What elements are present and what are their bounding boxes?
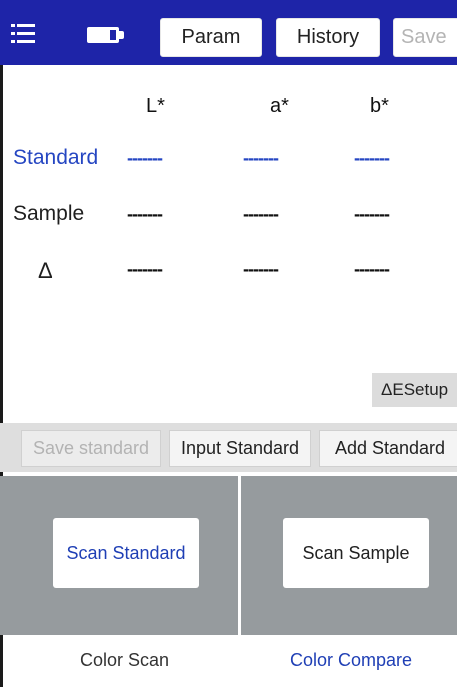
menu-icon-part: [17, 24, 35, 27]
row-label-sample: Sample: [13, 202, 85, 225]
header-bar: Param History Save: [0, 0, 457, 65]
menu-icon-part: [17, 40, 35, 43]
row-label-standard: Standard: [13, 146, 99, 169]
param-button[interactable]: Param: [160, 18, 262, 57]
column-header-a: a*: [270, 95, 289, 117]
delta-l-value: -------: [127, 259, 163, 279]
standard-b-value: -------: [354, 148, 390, 168]
sample-l-value: -------: [127, 204, 163, 224]
menu-icon-part: [17, 32, 35, 35]
standard-l-value: -------: [127, 148, 163, 168]
history-button[interactable]: History: [276, 18, 380, 57]
save-standard-button[interactable]: Save standard: [21, 430, 161, 467]
standard-a-value: -------: [243, 148, 279, 168]
scan-standard-button[interactable]: Scan Standard: [53, 518, 199, 588]
add-standard-button[interactable]: Add Standard: [319, 430, 457, 467]
sample-b-value: -------: [354, 204, 390, 224]
battery-icon: [87, 27, 125, 43]
battery-body: [87, 27, 119, 43]
sample-a-value: -------: [243, 204, 279, 224]
tab-color-scan[interactable]: Color Scan: [80, 650, 169, 671]
delta-b-value: -------: [354, 259, 390, 279]
save-button[interactable]: Save: [393, 18, 457, 57]
row-label-delta: Δ: [38, 258, 53, 283]
battery-tip: [119, 31, 124, 39]
menu-icon-part: [11, 40, 15, 43]
delta-e-setup-button[interactable]: ΔESetup: [372, 373, 457, 407]
scan-sample-button[interactable]: Scan Sample: [283, 518, 429, 588]
column-header-b: b*: [370, 95, 389, 117]
input-standard-button[interactable]: Input Standard: [169, 430, 311, 467]
tab-color-compare[interactable]: Color Compare: [290, 650, 412, 671]
column-header-l: L*: [146, 95, 165, 117]
delta-a-value: -------: [243, 259, 279, 279]
menu-icon-part: [11, 24, 15, 27]
menu-icon-part: [11, 32, 15, 35]
menu-icon[interactable]: [11, 24, 35, 44]
